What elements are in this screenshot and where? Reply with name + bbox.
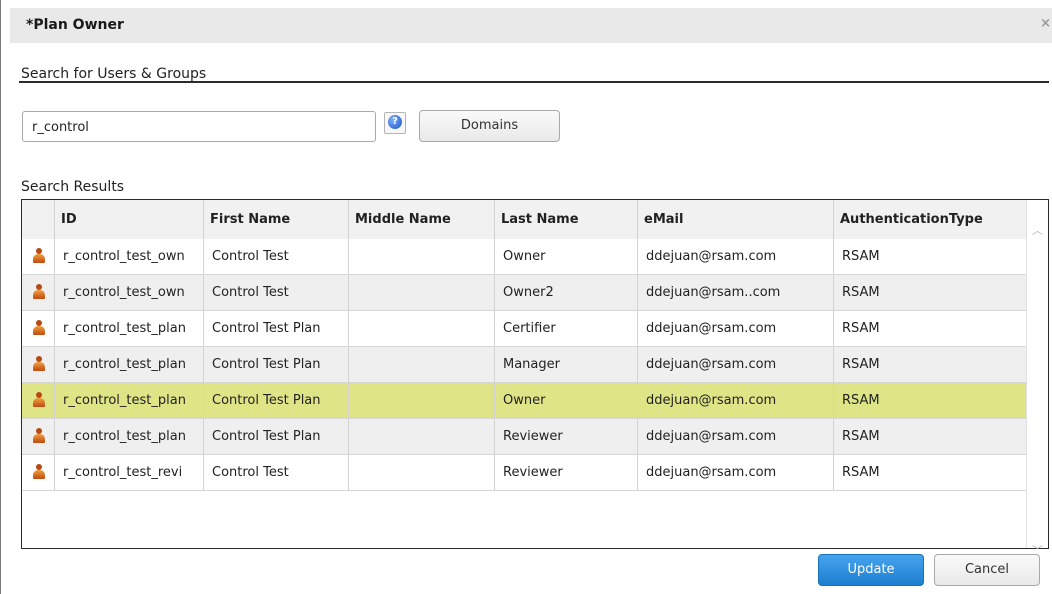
table-row[interactable]: r_control_test_revi Control Test Reviewer d…	[22, 455, 1028, 491]
table-row[interactable]: r_control_test_plan Control Test Plan Cert…	[22, 311, 1028, 347]
cell-authentication-type: RSAM	[833, 383, 1028, 418]
column-header-email[interactable]: eMail	[637, 200, 833, 239]
cell-last-name: Reviewer	[494, 419, 637, 454]
cell-middle-name	[348, 311, 494, 346]
cell-authentication-type: RSAM	[833, 275, 1028, 310]
cell-last-name: Owner	[494, 383, 637, 418]
search-input[interactable]: r_control	[22, 111, 376, 142]
cell-id: r_control_test_plan	[54, 383, 203, 418]
domains-button[interactable]: Domains	[419, 110, 560, 142]
chevron-down-icon[interactable]: ﹀	[1032, 542, 1043, 557]
cell-middle-name	[348, 383, 494, 418]
results-grid: ID First Name Middle Name Last Name eMai…	[21, 199, 1049, 557]
cell-email: ddejuan@rsam.com	[637, 455, 833, 490]
cancel-button[interactable]: Cancel	[934, 554, 1040, 586]
column-header-authentication-type[interactable]: AuthenticationType	[833, 200, 1028, 239]
close-icon[interactable]: ×	[1040, 16, 1051, 31]
cell-last-name: Certifier	[494, 311, 637, 346]
cell-first-name: Control Test	[203, 239, 348, 274]
cell-first-name: Control Test Plan	[203, 347, 348, 382]
cell-id: r_control_test_revi	[54, 455, 203, 490]
table-row[interactable]: r_control_test_own Control Test Owner2 ddej…	[22, 275, 1028, 311]
cell-first-name: Control Test	[203, 275, 348, 310]
cell-email: ddejuan@rsam.com	[637, 383, 833, 418]
cell-middle-name	[348, 455, 494, 490]
cell-last-name: Manager	[494, 347, 637, 382]
cell-first-name: Control Test Plan	[203, 311, 348, 346]
cell-email: ddejuan@rsam.com	[637, 239, 833, 274]
user-icon	[33, 284, 45, 300]
cell-middle-name	[348, 347, 494, 382]
dialog-titlebar: *Plan Owner ×	[10, 8, 1052, 43]
section-divider	[19, 81, 1049, 83]
chevron-up-icon[interactable]: ︿	[1032, 222, 1043, 237]
cell-last-name: Owner	[494, 239, 637, 274]
cell-authentication-type: RSAM	[833, 311, 1028, 346]
column-header-middle-name[interactable]: Middle Name	[348, 200, 494, 239]
table-row[interactable]: r_control_test_plan Control Test Plan Revi…	[22, 419, 1028, 455]
cell-middle-name	[348, 275, 494, 310]
cell-first-name: Control Test Plan	[203, 419, 348, 454]
plan-owner-dialog: *Plan Owner × Search for Users & Groups …	[0, 0, 1052, 594]
cell-first-name: Control Test	[203, 455, 348, 490]
column-header-last-name[interactable]: Last Name	[494, 200, 637, 239]
cell-authentication-type: RSAM	[833, 347, 1028, 382]
cell-id: r_control_test_plan	[54, 311, 203, 346]
cell-last-name: Reviewer	[494, 455, 637, 490]
user-icon	[33, 320, 45, 336]
cell-middle-name	[348, 239, 494, 274]
grid-scrollbar[interactable]: ︿ ﹀	[1026, 200, 1048, 557]
cell-email: ddejuan@rsam.com	[637, 419, 833, 454]
cell-id: r_control_test_own	[54, 239, 203, 274]
user-icon	[33, 392, 45, 408]
cell-email: ddejuan@rsam..com	[637, 275, 833, 310]
cell-first-name: Control Test Plan	[203, 383, 348, 418]
user-icon	[33, 428, 45, 444]
cell-email: ddejuan@rsam.com	[637, 347, 833, 382]
cell-last-name: Owner2	[494, 275, 637, 310]
help-icon: ?	[388, 115, 402, 129]
search-results-label: Search Results	[21, 179, 125, 195]
cell-middle-name	[348, 419, 494, 454]
column-header-id[interactable]: ID	[54, 200, 203, 239]
cell-id: r_control_test_plan	[54, 347, 203, 382]
update-button[interactable]: Update	[818, 554, 924, 586]
table-row[interactable]: r_control_test_plan Control Test Plan Mana…	[22, 347, 1028, 383]
cell-authentication-type: RSAM	[833, 239, 1028, 274]
table-row[interactable]: r_control_test_own Control Test Owner ddeju…	[22, 239, 1028, 275]
column-header-first-name[interactable]: First Name	[203, 200, 348, 239]
user-icon	[33, 464, 45, 480]
cell-id: r_control_test_plan	[54, 419, 203, 454]
help-button[interactable]: ?	[384, 112, 406, 134]
cell-authentication-type: RSAM	[833, 419, 1028, 454]
cell-email: ddejuan@rsam.com	[637, 311, 833, 346]
dialog-title: *Plan Owner	[26, 17, 124, 33]
cell-authentication-type: RSAM	[833, 455, 1028, 490]
user-icon	[33, 248, 45, 264]
cell-id: r_control_test_own	[54, 275, 203, 310]
grid-header: ID First Name Middle Name Last Name eMai…	[22, 200, 1028, 240]
search-section-title: Search for Users & Groups	[21, 66, 207, 82]
table-row[interactable]: r_control_test_plan Control Test Plan Owne…	[22, 383, 1028, 419]
user-icon	[33, 356, 45, 372]
